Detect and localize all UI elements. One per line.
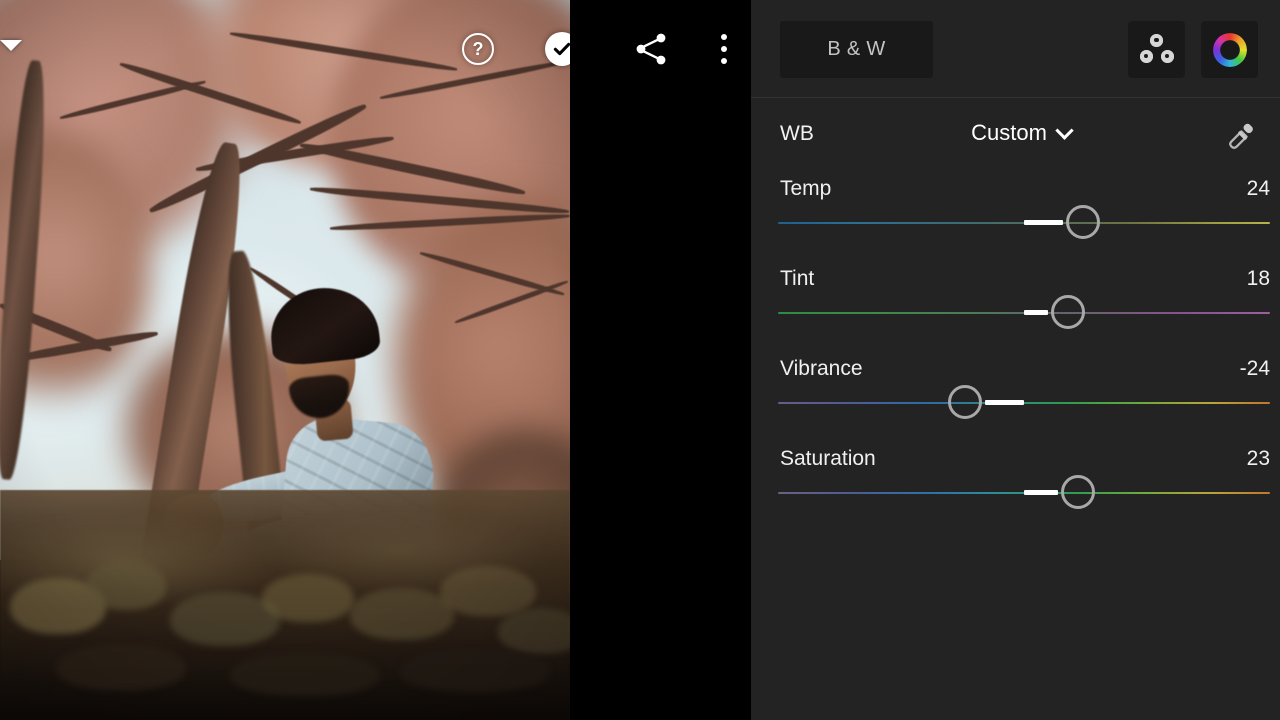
bw-button[interactable]: B & W — [780, 21, 933, 78]
slider-temp[interactable]: Temp 24 — [751, 174, 1280, 264]
slider-header: Saturation 23 — [780, 444, 1270, 474]
slider-knob[interactable] — [1061, 475, 1096, 509]
slider-fill — [1024, 489, 1059, 495]
slider-value: 23 — [1246, 447, 1270, 470]
kebab-dot — [721, 58, 727, 64]
panel-toolbar: B & W — [751, 0, 1280, 98]
color-mix-button[interactable] — [1201, 21, 1258, 78]
app-root: ? B & W WB Custom Temp 24 Tint 18 Vibran… — [0, 0, 1280, 720]
slider-vibrance[interactable]: Vibrance -24 — [751, 354, 1280, 444]
slider-track[interactable] — [778, 402, 1270, 404]
slider-fill — [1024, 219, 1064, 225]
grass-tufts — [0, 490, 570, 720]
slider-knob[interactable] — [947, 385, 982, 419]
kebab-dot — [721, 34, 727, 40]
subject-hair — [266, 282, 382, 368]
color-wheel-icon — [1212, 32, 1247, 67]
slider-tint[interactable]: Tint 18 — [751, 264, 1280, 354]
wb-dropdown[interactable]: Custom — [931, 120, 1111, 146]
slider-saturation[interactable]: Saturation 23 — [751, 444, 1280, 534]
help-glyph: ? — [472, 39, 484, 59]
slider-knob[interactable] — [1051, 295, 1086, 329]
wb-value-label: Custom — [971, 120, 1047, 145]
slider-fill — [984, 399, 1024, 405]
slider-value: 18 — [1246, 267, 1270, 290]
collapse-caret-icon[interactable] — [0, 40, 22, 51]
help-icon[interactable]: ? — [462, 33, 494, 65]
slider-header: Temp 24 — [780, 174, 1270, 204]
presets-button[interactable] — [1128, 21, 1185, 78]
toolbar-strip — [570, 0, 751, 720]
slider-fill — [1024, 309, 1049, 315]
share-icon[interactable] — [632, 30, 670, 68]
edited-photo — [0, 0, 570, 720]
slider-value: -24 — [1239, 357, 1270, 380]
chevron-down-icon — [1055, 120, 1074, 140]
wb-label: WB — [780, 122, 814, 145]
eyedropper-icon[interactable] — [1224, 120, 1258, 154]
white-balance-row: WB Custom — [751, 98, 1280, 174]
more-options-icon[interactable] — [712, 28, 736, 70]
presets-icon — [1139, 33, 1174, 66]
slider-label: Tint — [780, 267, 815, 290]
slider-header: Vibrance -24 — [780, 354, 1270, 384]
slider-header: Tint 18 — [780, 264, 1270, 294]
slider-knob[interactable] — [1066, 205, 1101, 239]
bw-button-label: B & W — [827, 38, 886, 60]
kebab-dot — [721, 46, 727, 52]
slider-label: Saturation — [780, 447, 876, 470]
edit-panel: B & W WB Custom Temp 24 Tint 18 Vibrance… — [751, 0, 1280, 720]
slider-label: Vibrance — [780, 357, 863, 380]
slider-label: Temp — [780, 177, 832, 200]
photo-canvas[interactable]: ? — [0, 0, 570, 720]
slider-value: 24 — [1246, 177, 1270, 200]
